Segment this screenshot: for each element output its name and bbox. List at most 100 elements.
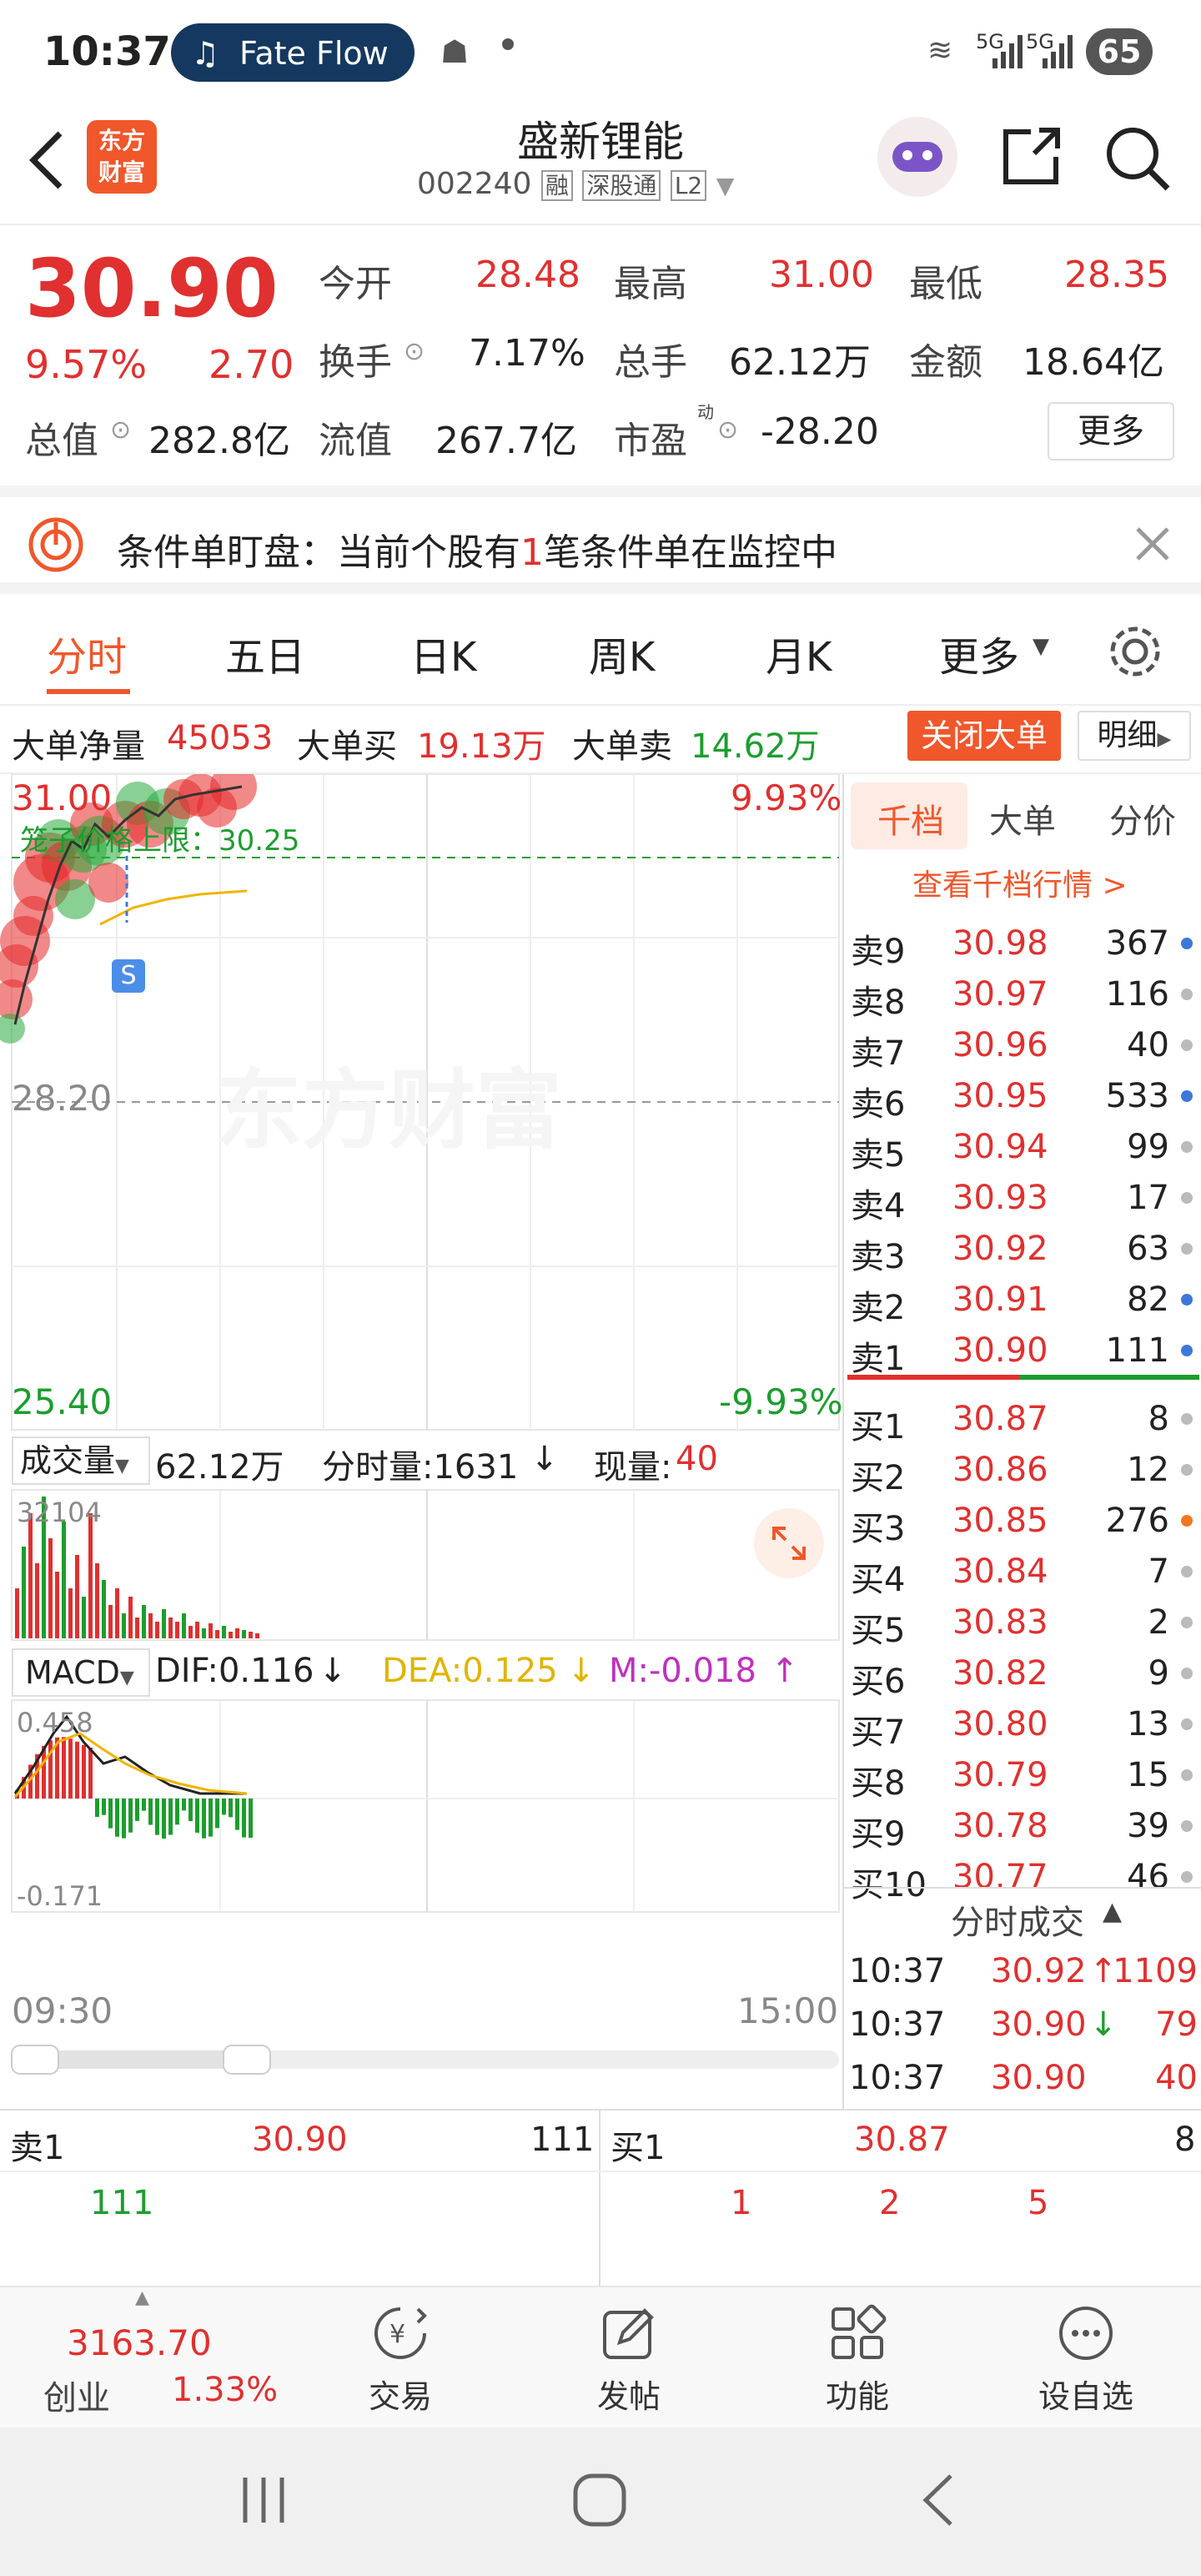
- tab-dadan[interactable]: 大单: [989, 794, 1056, 843]
- logo-line1: 东方: [98, 127, 145, 154]
- tab-intraday[interactable]: 分时: [47, 624, 127, 682]
- sell-level-row[interactable]: 卖2 30.91 82: [844, 1274, 1201, 1327]
- nav-trade[interactable]: ¥ 交易: [317, 2304, 484, 2421]
- sell-level-row[interactable]: 卖3 30.92 63: [844, 1223, 1201, 1276]
- volume-bar: [128, 1597, 133, 1638]
- ticks-title[interactable]: 分时成交: [951, 1895, 1084, 1944]
- index-pct: 1.33%: [172, 2371, 279, 2409]
- buy-level-row[interactable]: 买6 30.82 9: [844, 1648, 1201, 1701]
- macd-bar: [95, 1799, 99, 1818]
- sell-level-row[interactable]: 卖1 30.90 111: [844, 1325, 1201, 1378]
- sell-level-row[interactable]: 卖7 30.96 40: [844, 1019, 1201, 1073]
- status-dot-icon: [1181, 1090, 1193, 1102]
- level-label: 买10: [851, 1866, 927, 1904]
- level-volume: 17: [1127, 1179, 1169, 1217]
- level-price: 30.91: [952, 1280, 1048, 1319]
- condition-order-banner[interactable]: 条件单盯盘：当前个股有1笔条件单在监控中: [0, 486, 1201, 594]
- buy-level-row[interactable]: 买5 30.83 2: [844, 1597, 1201, 1650]
- back-icon[interactable]: [23, 127, 73, 194]
- volume-bar: [55, 1572, 59, 1638]
- macd-bar: [235, 1799, 239, 1830]
- macd-bar: [62, 1737, 66, 1799]
- open-label: 今开: [319, 263, 392, 305]
- s-marker[interactable]: S: [112, 959, 145, 993]
- dea-value: DEA:0.125: [382, 1652, 558, 1690]
- expand-icon: [772, 1527, 806, 1560]
- robot-avatar[interactable]: [877, 117, 957, 197]
- status-bar: 10:37 ♫ Fate Flow ☗ ≋ 5G 5G 65: [0, 0, 1201, 108]
- volume-bar: [162, 1609, 166, 1638]
- search-icon[interactable]: [1103, 123, 1173, 194]
- app-logo[interactable]: 东方 财富: [87, 120, 157, 194]
- view-thousand-link[interactable]: 查看千档行情 >: [912, 861, 1128, 904]
- banner-count: 1: [520, 531, 544, 574]
- buy-level-row[interactable]: 买10 30.77 46: [844, 1851, 1201, 1904]
- tab-fenjia[interactable]: 分价: [1109, 794, 1176, 843]
- queue-sell-label: 卖1: [10, 2129, 65, 2167]
- tick-row: 10:37 30.90 ↓ 79: [844, 1999, 1201, 2049]
- cage-price-label: 笼子价格上限：30.25: [20, 824, 300, 858]
- tab-month-k[interactable]: 月K: [766, 624, 832, 682]
- close-big-order-button[interactable]: 关闭大单: [907, 711, 1061, 761]
- buy-level-row[interactable]: 买1 30.87 8: [844, 1393, 1201, 1446]
- macd-bar: [249, 1799, 253, 1839]
- sell-level-row[interactable]: 卖5 30.94 99: [844, 1121, 1201, 1175]
- pe-sup: 动: [697, 402, 714, 422]
- back-nav-icon[interactable]: [914, 2471, 964, 2529]
- macd-selector[interactable]: MACD▼: [12, 1648, 150, 1697]
- buy-level-row[interactable]: 买8 30.79 15: [844, 1749, 1201, 1803]
- macd-bar: [148, 1799, 153, 1825]
- sell-level-row[interactable]: 卖9 30.98 367: [844, 918, 1201, 971]
- level-price: 30.93: [952, 1179, 1048, 1217]
- nav-function[interactable]: 功能: [774, 2304, 941, 2421]
- volume-selector[interactable]: 成交量▼: [12, 1436, 150, 1485]
- macd-bar: [182, 1799, 186, 1811]
- buy-level-row[interactable]: 买9 30.78 39: [844, 1800, 1201, 1854]
- info-icon[interactable]: ⊙: [404, 337, 425, 366]
- expand-button[interactable]: [754, 1508, 824, 1578]
- tab-qiandang[interactable]: 千档: [877, 794, 944, 843]
- tab-five-day[interactable]: 五日: [225, 624, 305, 682]
- sell-level-row[interactable]: 卖8 30.97 116: [844, 969, 1201, 1022]
- buy-level-row[interactable]: 买4 30.84 7: [844, 1546, 1201, 1599]
- index-ticker[interactable]: ▲ 3163.70 创业 1.33%: [0, 2287, 300, 2429]
- detail-button[interactable]: 明细▶: [1078, 711, 1191, 761]
- big-order-bar: 大单净量 45053 大单买 19.13万 大单卖 14.62万 关闭大单 明细…: [0, 707, 1201, 774]
- home-icon[interactable]: [570, 2471, 629, 2529]
- buy-level-row[interactable]: 买3 30.85 276: [844, 1495, 1201, 1548]
- stock-code-row: 002240 融 深股通 L2 ▼: [417, 167, 809, 201]
- recent-apps-icon[interactable]: [239, 2471, 289, 2529]
- sell-level-row[interactable]: 卖4 30.93 17: [844, 1172, 1201, 1225]
- fate-flow-pill[interactable]: ♫ Fate Flow: [171, 23, 415, 82]
- buy-level-row[interactable]: 买7 30.80 13: [844, 1698, 1201, 1752]
- status-dot-icon: [1181, 1668, 1193, 1679]
- settings-gear-icon[interactable]: [1106, 622, 1164, 681]
- status-dot-icon: [1181, 1769, 1193, 1781]
- volume-bar: [142, 1605, 146, 1638]
- close-icon[interactable]: [1134, 526, 1171, 562]
- nav-add-watchlist[interactable]: 设自选: [1003, 2304, 1169, 2421]
- mktcap-value: 282.8亿: [148, 420, 290, 462]
- sell-level-row[interactable]: 卖6 30.95 533: [844, 1070, 1201, 1124]
- big-buy-label: 大单买: [297, 727, 397, 766]
- big-buy-value: 19.13万: [417, 727, 546, 766]
- level-volume: 40: [1127, 1026, 1169, 1064]
- level-volume: 533: [1105, 1077, 1169, 1115]
- macd-bar: [108, 1799, 113, 1829]
- tab-more[interactable]: 更多: [939, 624, 1019, 682]
- volume-total: 62.12万: [155, 1448, 284, 1487]
- info-icon-3[interactable]: ⊙: [717, 415, 738, 445]
- tag-l2: L2: [670, 170, 707, 201]
- level-price: 30.83: [952, 1603, 1048, 1642]
- share-icon[interactable]: [997, 123, 1064, 190]
- nav-post[interactable]: 发帖: [545, 2304, 712, 2421]
- tab-day-k[interactable]: 日K: [410, 624, 476, 682]
- caret-down-icon[interactable]: ▼: [716, 172, 735, 199]
- info-icon-2[interactable]: ⊙: [110, 415, 131, 445]
- volume-bar: [182, 1613, 186, 1638]
- status-dot-icon: [1181, 1243, 1193, 1255]
- status-dot-icon: [1181, 1294, 1193, 1306]
- buy-level-row[interactable]: 买2 30.86 12: [844, 1444, 1201, 1497]
- tab-week-k[interactable]: 周K: [589, 624, 655, 682]
- more-button[interactable]: 更多: [1048, 402, 1174, 460]
